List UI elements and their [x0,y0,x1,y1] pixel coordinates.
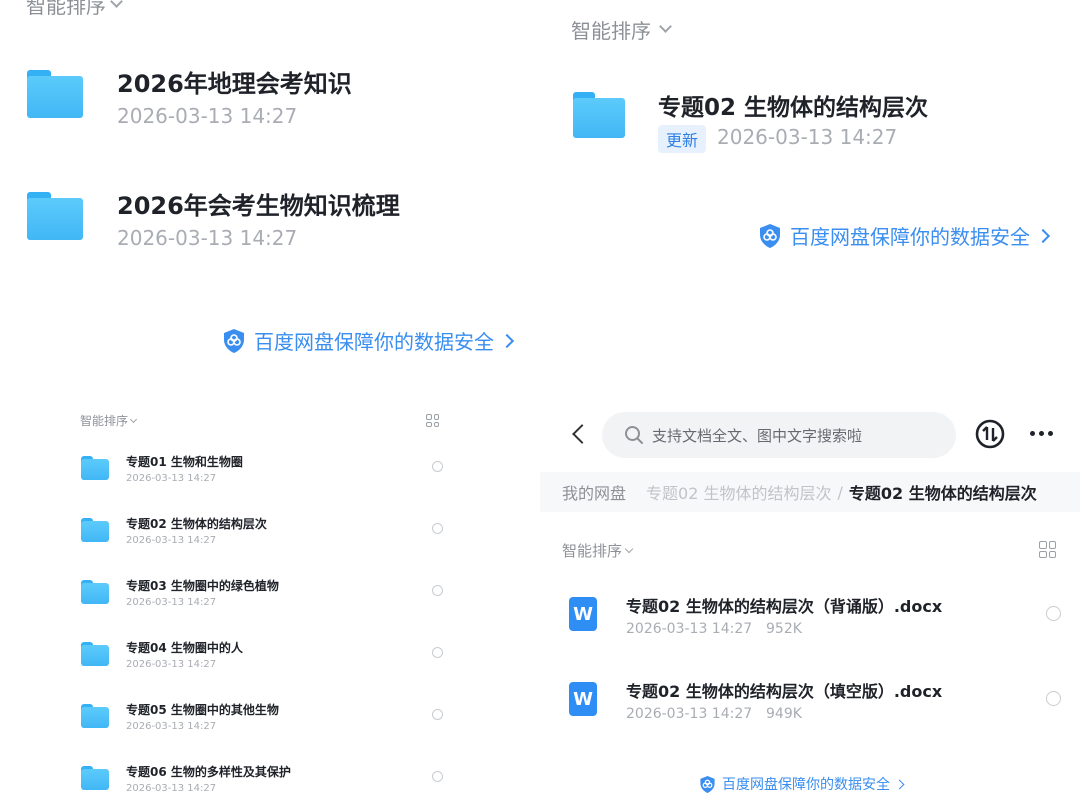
folder-date: 2026-03-13 14:27 [126,597,217,608]
sort-dropdown[interactable]: 智能排序 [26,0,123,19]
folder-name: 专题03 生物圈中的绿色植物 [126,579,279,593]
sort-label: 智能排序 [26,0,106,18]
panel-top-right: 智能排序 专题02 生物体的结构层次 更新 2026-03-13 14:27 百… [540,0,1080,390]
security-banner[interactable]: 百度网盘保障你的数据安全 [758,221,1051,250]
folder-row[interactable]: 专题03 生物圈中的绿色植物 2026-03-13 14:27 [0,572,540,622]
sort-dropdown[interactable]: 智能排序 [571,15,672,44]
folder-icon [573,92,625,138]
sort-dropdown[interactable]: 智能排序 [562,540,634,561]
file-date: 2026-03-13 14:27 [626,706,753,722]
chevron-down-icon [624,544,634,553]
folder-icon [81,580,109,604]
word-doc-icon: W [569,682,597,716]
folder-date: 2026-03-13 14:27 [117,104,298,128]
file-date: 2026-03-13 14:27 [626,621,753,637]
folder-icon [81,704,109,728]
security-text: 百度网盘保障你的数据安全 [722,777,890,793]
chevron-down-icon [129,415,138,423]
select-checkbox[interactable] [1046,606,1061,621]
folder-icon [27,70,83,118]
folder-date: 2026-03-13 14:27 [126,473,217,484]
sort-dropdown[interactable]: 智能排序 [80,412,138,429]
chevron-down-icon [110,0,123,8]
folder-row[interactable]: 专题04 生物圈中的人 2026-03-13 14:27 [0,634,540,684]
folder-row[interactable]: 专题01 生物和生物圈 2026-03-13 14:27 [0,448,540,498]
chevron-right-icon [894,779,905,789]
breadcrumb-root[interactable]: 我的网盘 [562,480,626,504]
word-doc-icon: W [569,597,597,631]
folder-name: 2026年会考生物知识梳理 [117,192,400,220]
folder-icon [81,456,109,480]
breadcrumb-parent[interactable]: 专题02 生物体的结构层次 [646,480,831,504]
folder-name: 2026年地理会考知识 [117,70,352,98]
security-text: 百度网盘保障你的数据安全 [254,330,494,354]
folder-name: 专题05 生物圈中的其他生物 [126,703,279,717]
file-size: 952K [766,621,802,637]
folder-row[interactable]: 专题02 生物体的结构层次 2026-03-13 14:27 [0,510,540,560]
file-size: 949K [766,706,802,722]
sort-label: 智能排序 [562,542,623,560]
folder-icon [81,642,109,666]
security-banner[interactable]: 百度网盘保障你的数据安全 [699,774,905,794]
folder-date: 2026-03-13 14:27 [117,226,298,250]
grid-view-icon[interactable] [426,414,439,427]
folder-date: 2026-03-13 14:27 [126,535,217,546]
file-name: 专题02 生物体的结构层次（背诵版）.docx [626,597,943,616]
select-checkbox[interactable] [1046,691,1061,706]
select-checkbox[interactable] [432,647,443,658]
sort-label: 智能排序 [571,19,651,43]
folder-row[interactable]: 专题05 生物圈中的其他生物 2026-03-13 14:27 [0,696,540,746]
select-checkbox[interactable] [432,709,443,720]
select-checkbox[interactable] [432,461,443,472]
panel-bottom-right: 支持文档全文、图中文字搜索啦 我的网盘 专题02 生物体的结构层次 / 专题02… [540,390,1080,810]
search-icon [625,426,643,444]
folder-name: 专题01 生物和生物圈 [126,455,243,469]
more-options-icon[interactable] [1030,431,1053,436]
back-button[interactable] [572,424,592,444]
select-checkbox[interactable] [432,771,443,782]
file-row[interactable]: W 专题02 生物体的结构层次（背诵版）.docx 2026-03-13 14:… [540,582,1080,652]
panel-bottom-left: 智能排序 专题01 生物和生物圈 2026-03-13 14:27 专题02 生物体… [0,400,540,810]
sort-label: 智能排序 [80,414,129,428]
folder-row[interactable]: 2026年地理会考知识 2026-03-13 14:27 [0,56,540,136]
shield-icon [700,775,715,793]
folder-name: 专题02 生物体的结构层次 [126,517,267,531]
transfer-icon[interactable] [975,419,1005,449]
folder-row[interactable]: 专题02 生物体的结构层次 更新 2026-03-13 14:27 [540,80,1080,160]
breadcrumb-separator: / [837,482,843,502]
chevron-right-icon [499,333,515,348]
folder-date: 2026-03-13 14:27 [126,721,217,732]
folder-date: 2026-03-13 14:27 [126,783,217,794]
folder-name: 专题02 生物体的结构层次 [658,95,929,121]
folder-row[interactable]: 专题06 生物的多样性及其保护 2026-03-13 14:27 [0,758,540,808]
folder-name: 专题06 生物的多样性及其保护 [126,765,291,779]
select-checkbox[interactable] [432,585,443,596]
folder-row[interactable]: 2026年会考生物知识梳理 2026-03-13 14:27 [0,178,540,258]
chevron-down-icon [659,20,672,33]
folder-name: 专题04 生物圈中的人 [126,641,243,655]
folder-date: 2026-03-13 14:27 [717,125,898,149]
shield-icon [224,328,244,353]
grid-view-icon[interactable] [1039,541,1056,558]
folder-date: 2026-03-13 14:27 [126,659,217,670]
file-row[interactable]: W 专题02 生物体的结构层次（填空版）.docx 2026-03-13 14:… [540,667,1080,737]
breadcrumb: 我的网盘 专题02 生物体的结构层次 / 专题02 生物体的结构层次 [540,472,1080,512]
breadcrumb-current: 专题02 生物体的结构层次 [848,484,1037,503]
folder-icon [81,766,109,790]
folder-icon [81,518,109,542]
panel-top-left: 智能排序 2026年地理会考知识 2026-03-13 14:27 2026年会… [0,0,540,390]
folder-icon [27,192,83,240]
security-banner[interactable]: 百度网盘保障你的数据安全 [222,326,515,355]
update-badge: 更新 [658,125,707,153]
chevron-right-icon [1035,228,1051,243]
security-text: 百度网盘保障你的数据安全 [790,225,1030,249]
search-input[interactable]: 支持文档全文、图中文字搜索啦 [652,425,862,446]
search-bar[interactable]: 支持文档全文、图中文字搜索啦 [602,412,956,458]
shield-icon [760,223,780,248]
file-name: 专题02 生物体的结构层次（填空版）.docx [626,682,943,701]
select-checkbox[interactable] [432,523,443,534]
